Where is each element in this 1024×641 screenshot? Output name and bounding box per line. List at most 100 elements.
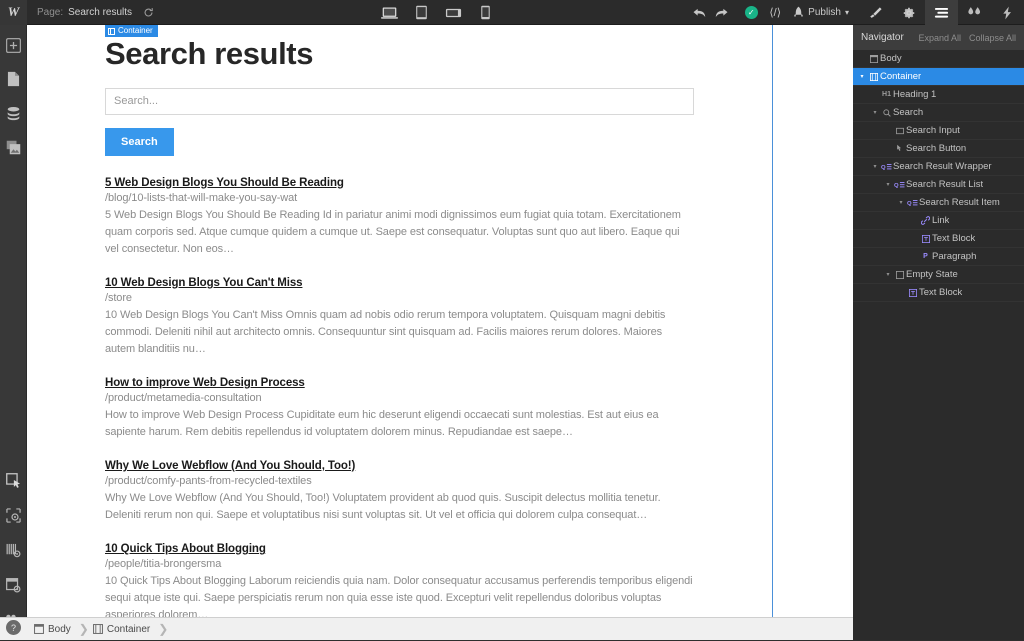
result-title-link[interactable]: 5 Web Design Blogs You Should Be Reading [105, 177, 344, 189]
navigator-item-text-block[interactable]: Text Block [853, 284, 1024, 302]
selected-element-badge: Container [105, 25, 158, 37]
disclosure-triangle-icon[interactable]: ▾ [857, 73, 867, 80]
navigator-item-search-input[interactable]: Search Input [853, 122, 1024, 140]
result-excerpt: Why We Love Webflow (And You Should, Too… [105, 490, 694, 524]
navigator-item-label: Container [880, 71, 921, 82]
navigator-panel-tab[interactable] [925, 0, 958, 25]
navigator-item-heading-1[interactable]: H1Heading 1 [853, 86, 1024, 104]
disclosure-triangle-icon[interactable]: ▾ [896, 199, 906, 206]
result-excerpt: 5 Web Design Blogs You Should Be Reading… [105, 207, 694, 258]
mobile-portrait-breakpoint-button[interactable] [470, 0, 500, 25]
page-label-value: Search results [68, 7, 132, 18]
navigator-item-label: Search [893, 107, 923, 118]
result-title-link[interactable]: 10 Quick Tips About Blogging [105, 543, 266, 555]
cms-icon[interactable] [0, 101, 27, 125]
select-pointer-icon[interactable] [0, 468, 27, 492]
text-icon [919, 235, 932, 243]
page-label-key: Page: [37, 7, 63, 18]
navigator-item-label: Paragraph [932, 251, 976, 262]
result-url: /product/comfy-pants-from-recycled-texti… [105, 475, 694, 487]
undo-icon[interactable] [691, 0, 707, 25]
navigator-item-search-result-list[interactable]: ▾QSearch Result List [853, 176, 1024, 194]
publish-label: Publish [808, 7, 841, 18]
effects-panel-tab[interactable] [991, 0, 1024, 25]
result-title-link[interactable]: 10 Web Design Blogs You Can't Miss [105, 277, 302, 289]
webflow-logo[interactable]: W [0, 0, 27, 25]
code-brackets-icon[interactable]: ⟨/⟩ [763, 0, 787, 25]
expand-all-button[interactable]: Expand All [918, 33, 961, 43]
left-toolbar-bottom-group [0, 468, 27, 640]
page-selector[interactable]: Page: Search results [27, 0, 164, 25]
navigator-item-label: Search Input [906, 125, 960, 136]
layout-preview-icon[interactable] [0, 573, 27, 597]
navigator-actions: Expand All Collapse All [918, 33, 1016, 43]
navigator-item-label: Empty State [906, 269, 958, 280]
disclosure-triangle-icon[interactable]: ▾ [870, 109, 880, 116]
navigator-item-link[interactable]: Link [853, 212, 1024, 230]
top-toolbar: W Page: Search results [0, 0, 1024, 25]
navigator-item-paragraph[interactable]: PParagraph [853, 248, 1024, 266]
navigator-item-label: Search Result List [906, 179, 983, 190]
interactions-panel-tab[interactable] [958, 0, 991, 25]
navigator-item-label: Link [932, 215, 949, 226]
publish-button[interactable]: Publish ▾ [787, 6, 859, 19]
breadcrumb-item-container[interactable]: Container [89, 618, 158, 641]
result-excerpt: How to improve Web Design Process Cupidi… [105, 407, 694, 441]
search-result-item[interactable]: 10 Quick Tips About Blogging /people/tit… [105, 539, 694, 617]
undo-redo-group [681, 0, 739, 25]
canvas-container-selected[interactable]: Container Search results Search 5 Web De… [27, 25, 773, 617]
navigator-item-search-result-wrapper[interactable]: ▾QSearch Result Wrapper [853, 158, 1024, 176]
navigator-item-empty-state[interactable]: ▾ Empty State [853, 266, 1024, 284]
help-icon[interactable]: ? [6, 620, 21, 635]
result-url: /product/metamedia-consultation [105, 392, 694, 404]
desktop-breakpoint-button[interactable] [374, 0, 404, 25]
refresh-icon[interactable] [143, 7, 154, 18]
search-result-item[interactable]: Why We Love Webflow (And You Should, Too… [105, 456, 694, 524]
collection-icon: Q [893, 181, 906, 189]
search-button[interactable]: Search [105, 128, 174, 156]
collapse-all-button[interactable]: Collapse All [969, 33, 1016, 43]
assets-icon[interactable] [0, 135, 27, 159]
left-toolbar [0, 25, 27, 640]
audit-icon[interactable] [0, 503, 27, 527]
disclosure-triangle-icon[interactable]: ▾ [883, 271, 893, 278]
design-canvas[interactable]: Container Search results Search 5 Web De… [27, 25, 853, 617]
pages-icon[interactable] [0, 67, 27, 91]
add-element-icon[interactable] [0, 33, 27, 57]
navigator-item-body[interactable]: Body [853, 50, 1024, 68]
typography-icon[interactable] [0, 538, 27, 562]
text-icon [906, 289, 919, 297]
settings-panel-tab[interactable] [892, 0, 925, 25]
breakpoint-switcher [374, 0, 500, 25]
search-result-item[interactable]: 10 Web Design Blogs You Can't Miss /stor… [105, 273, 694, 358]
navigator-item-search[interactable]: ▾ Search [853, 104, 1024, 122]
body-icon [34, 624, 44, 634]
search-input[interactable] [105, 88, 694, 115]
p-tag-icon: P [919, 253, 932, 260]
mobile-landscape-breakpoint-button[interactable] [438, 0, 468, 25]
result-title-link[interactable]: Why We Love Webflow (And You Should, Too… [105, 460, 355, 472]
container-icon [867, 73, 880, 81]
search-result-item[interactable]: How to improve Web Design Process /produ… [105, 373, 694, 441]
navigator-item-search-button[interactable]: Search Button [853, 140, 1024, 158]
save-status-indicator[interactable]: ✓ [739, 0, 763, 25]
navigator-tree: Body ▾ Container H1Heading 1 ▾ Search Search I… [853, 50, 1024, 302]
navigator-item-text-block[interactable]: Text Block [853, 230, 1024, 248]
disclosure-triangle-icon[interactable]: ▾ [870, 163, 880, 170]
redo-icon[interactable] [713, 0, 729, 25]
disclosure-triangle-icon[interactable]: ▾ [883, 181, 893, 188]
container-icon [93, 624, 103, 634]
left-toolbar-top-group [0, 25, 27, 159]
tablet-breakpoint-button[interactable] [406, 0, 436, 25]
h1-tag-icon: H1 [880, 91, 893, 98]
style-panel-tab[interactable] [859, 0, 892, 25]
navigator-item-label: Text Block [919, 287, 962, 298]
result-title-link[interactable]: How to improve Web Design Process [105, 377, 305, 389]
navigator-title: Navigator [861, 32, 904, 43]
navigator-item-container[interactable]: ▾ Container [853, 68, 1024, 86]
link-icon [919, 216, 932, 225]
breadcrumb-item-body[interactable]: Body [30, 618, 79, 641]
search-result-item[interactable]: 5 Web Design Blogs You Should Be Reading… [105, 173, 694, 258]
collection-icon: Q [880, 163, 893, 171]
navigator-item-search-result-item[interactable]: ▾QSearch Result Item [853, 194, 1024, 212]
